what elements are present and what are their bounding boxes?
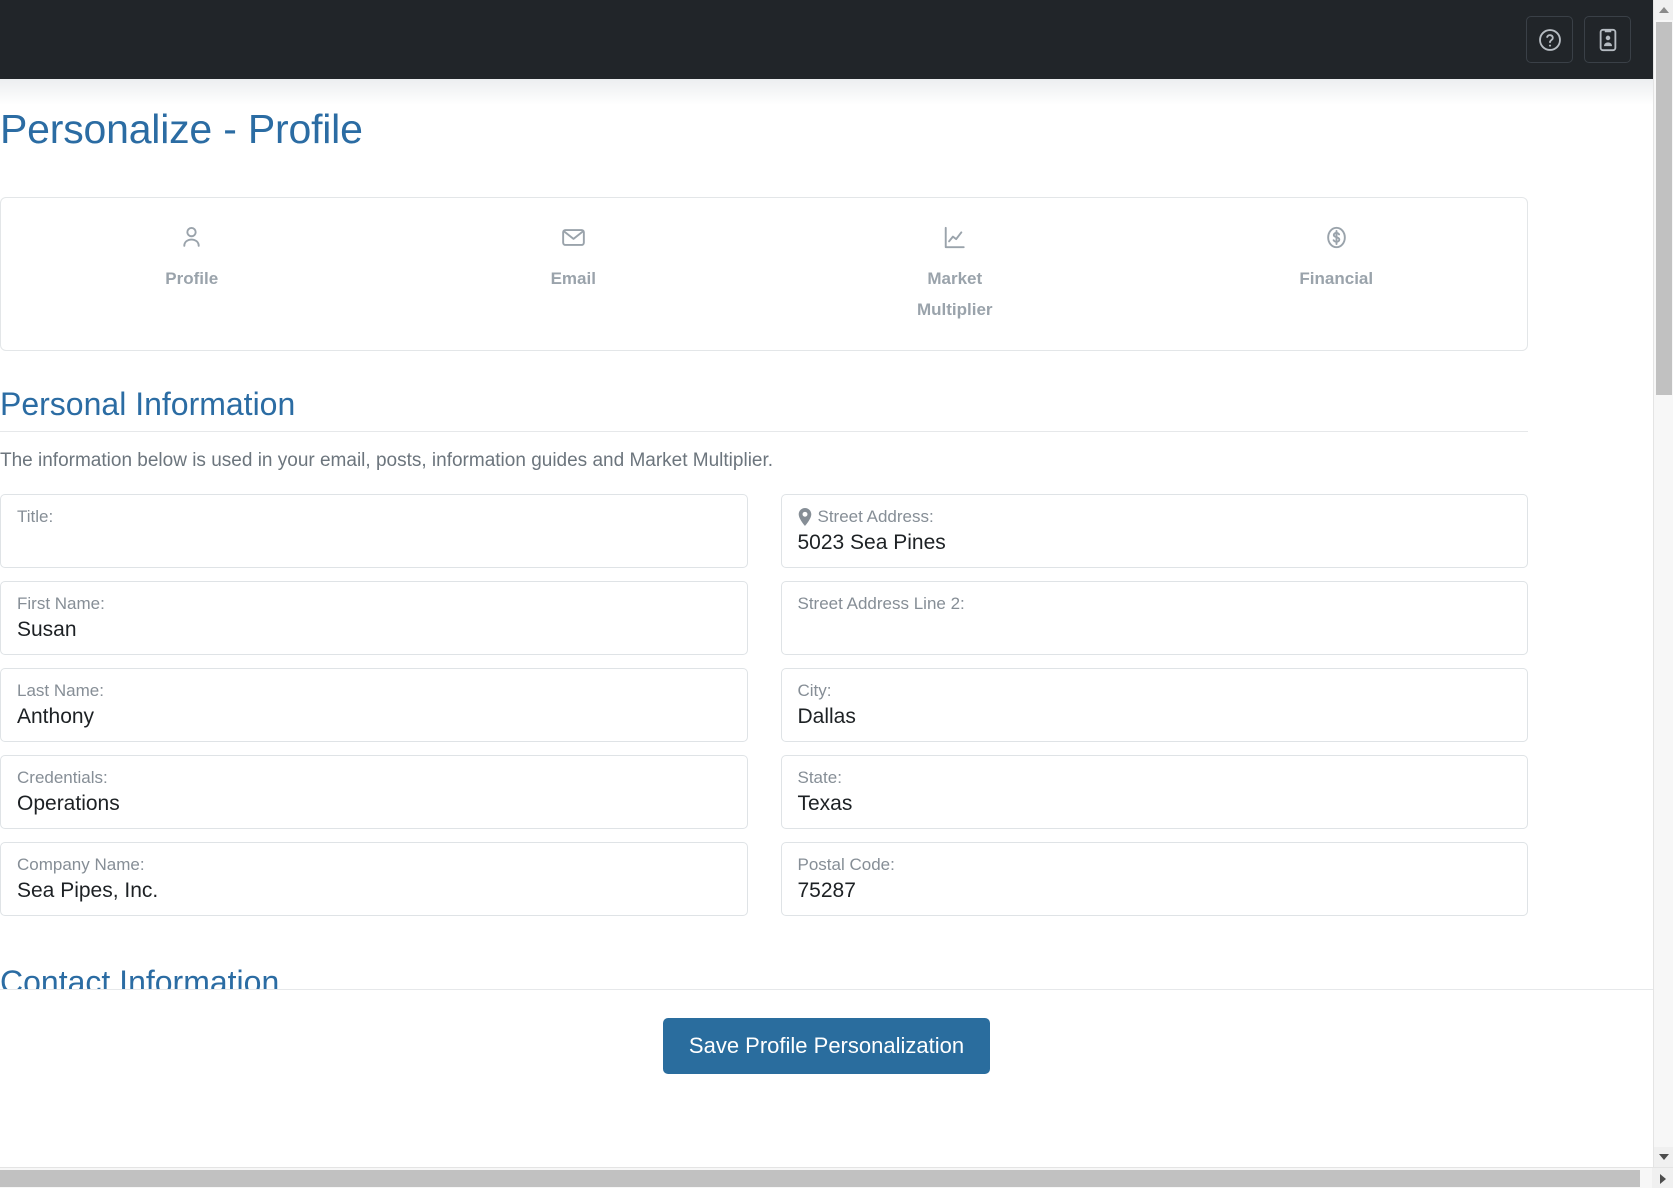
field-label: State:: [797, 767, 842, 787]
vertical-scrollbar[interactable]: [1653, 0, 1673, 1167]
save-profile-personalization-button[interactable]: Save Profile Personalization: [662, 1018, 991, 1074]
field-value: 5023 Sea Pines: [797, 531, 946, 555]
envelope-icon: [389, 220, 759, 254]
tab-label: Market Multiplier: [916, 269, 993, 320]
page-content-scroll-area: Personalize - Profile Profile Email Mark…: [0, 79, 1653, 1143]
dollar-circle-icon: [1152, 220, 1522, 254]
chevron-up-icon: [1659, 7, 1669, 13]
tab-label: Email: [550, 269, 596, 289]
field-label: Last Name:: [17, 680, 104, 700]
field-company-name[interactable]: Company Name: Sea Pipes, Inc.: [0, 841, 748, 916]
section-description-personal: The information below is used in your em…: [0, 450, 774, 472]
field-street-address[interactable]: Street Address: 5023 Sea Pines: [780, 493, 1528, 568]
scroll-right-arrow[interactable]: [1652, 1168, 1673, 1188]
section-heading-personal: Personal Information: [0, 386, 1528, 433]
page-title: Personalize - Profile: [0, 106, 363, 152]
field-value: [798, 616, 1512, 644]
horizontal-scrollbar[interactable]: [0, 1167, 1673, 1188]
field-label: Title:: [17, 506, 54, 526]
tab-label: Financial: [1299, 269, 1374, 289]
map-marker-icon: [798, 507, 812, 526]
tab-financial[interactable]: Financial: [1146, 220, 1528, 326]
personal-right-column: Street Address: 5023 Sea Pines Street Ad…: [780, 493, 1528, 929]
tab-label: Profile: [165, 269, 219, 289]
field-value: Dallas: [797, 705, 856, 729]
field-label: Credentials:: [17, 767, 108, 787]
scroll-down-arrow[interactable]: [1654, 1147, 1673, 1167]
field-first-name[interactable]: First Name: Susan: [0, 580, 748, 655]
chevron-down-icon: [1659, 1154, 1669, 1160]
field-value: Susan: [17, 618, 77, 642]
field-credentials[interactable]: Credentials: Operations: [0, 754, 748, 829]
horizontal-scrollbar-thumb[interactable]: [0, 1170, 1640, 1187]
save-footer-bar: Save Profile Personalization: [0, 989, 1653, 1143]
chart-line-icon: [770, 220, 1140, 254]
field-label-text: Street Address:: [817, 506, 934, 526]
app-viewport: Personalize - Profile Profile Email Mark…: [0, 0, 1673, 1188]
personal-left-column: Title: First Name: Susan Last Name: Anth…: [0, 493, 748, 929]
field-value: 75287: [797, 879, 856, 903]
field-value: Operations: [17, 792, 120, 816]
user-icon: [7, 220, 377, 254]
tab-email[interactable]: Email: [383, 220, 765, 326]
field-city[interactable]: City: Dallas: [780, 667, 1528, 742]
scroll-up-arrow[interactable]: [1654, 0, 1673, 20]
field-state[interactable]: State: Texas: [780, 754, 1528, 829]
field-label: Company Name:: [17, 854, 145, 874]
field-street-address-line-2[interactable]: Street Address Line 2:: [780, 580, 1528, 655]
personal-information-form: Title: First Name: Susan Last Name: Anth…: [0, 493, 1528, 929]
field-value: Anthony: [17, 705, 95, 729]
contact-card-button[interactable]: [1584, 16, 1631, 63]
field-label: First Name:: [17, 593, 105, 613]
tab-profile[interactable]: Profile: [1, 220, 383, 326]
field-label: City:: [797, 680, 832, 700]
tab-market-multiplier[interactable]: Market Multiplier: [764, 220, 1146, 326]
top-navigation-bar: [0, 0, 1653, 79]
field-last-name[interactable]: Last Name: Anthony: [0, 667, 748, 742]
page-inner: Personalize - Profile Profile Email Mark…: [0, 79, 1588, 1143]
field-title[interactable]: Title:: [0, 493, 748, 568]
help-button[interactable]: [1526, 16, 1573, 63]
id-badge-icon: [1595, 27, 1621, 53]
field-label: Street Address:: [798, 506, 1512, 527]
field-postal-code[interactable]: Postal Code: 75287: [780, 841, 1528, 916]
field-label: Postal Code:: [797, 854, 895, 874]
field-value: Sea Pipes, Inc.: [17, 879, 159, 903]
chevron-right-icon: [1659, 1173, 1666, 1184]
field-value: Texas: [797, 792, 853, 816]
field-label: Street Address Line 2:: [797, 593, 965, 613]
personalize-tab-bar: Profile Email Market Multiplier Financia…: [0, 197, 1528, 352]
question-circle-icon: [1537, 27, 1563, 53]
vertical-scrollbar-thumb[interactable]: [1656, 22, 1672, 395]
